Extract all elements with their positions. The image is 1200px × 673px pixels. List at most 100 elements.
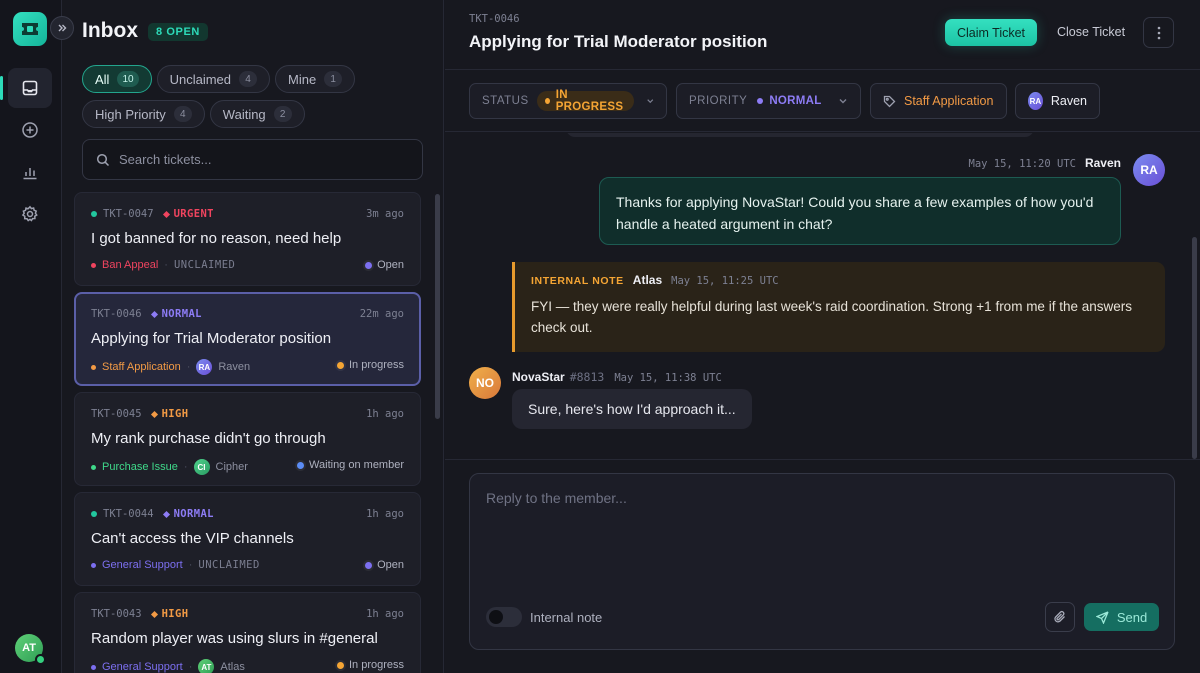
chevron-down-icon (646, 99, 653, 104)
filter-label: High Priority (95, 106, 166, 122)
separator: · (188, 661, 193, 673)
ticket-priority: HIGH (152, 608, 189, 620)
member-message-bubble: Sure, here's how I'd approach it... (512, 389, 752, 429)
ticket-priority: NORMAL (152, 308, 202, 320)
category-value: Staff Application (904, 94, 994, 108)
internal-note: INTERNAL NOTE Atlas May 15, 11:25 UTC FY… (512, 262, 1165, 352)
ticket-title: My rank purchase didn't go through (91, 430, 326, 447)
assignee-avatar: AT (198, 659, 215, 673)
plus-circle-icon (22, 122, 38, 138)
ticket-priority: HIGH (152, 408, 189, 420)
filter-count: 4 (239, 71, 257, 87)
attach-file-button[interactable] (1045, 602, 1075, 632)
app-logo[interactable] (13, 12, 47, 46)
message-time: May 15, 11:20 UTC (968, 158, 1076, 170)
ticket-card-selected[interactable]: TKT-0046 NORMAL 22m ago Applying for Tri… (74, 292, 421, 386)
internal-note-toggle[interactable] (486, 607, 522, 627)
ticket-list: TKT-0047 URGENT 3m ago I got banned for … (74, 192, 421, 673)
filter-waiting[interactable]: Waiting 2 (209, 100, 305, 128)
ticket-time: 1h ago (366, 508, 404, 520)
conversation-scrollbar[interactable] (1192, 237, 1197, 459)
ticket-priority: URGENT (164, 208, 214, 220)
ticket-assignee: UNCLAIMED (173, 259, 236, 271)
close-ticket-button[interactable]: Close Ticket (1057, 25, 1125, 39)
ticket-time: 1h ago (366, 408, 404, 420)
ticket-properties-bar: STATUS IN PROGRESS PRIORITY NORMAL Staff… (445, 70, 1200, 132)
ticket-list-scrollbar[interactable] (435, 194, 440, 419)
filter-all[interactable]: All 10 (82, 65, 152, 93)
nav-new-ticket-button[interactable] (8, 110, 52, 150)
inbox-icon (22, 80, 38, 96)
nav-settings-button[interactable] (8, 194, 52, 234)
current-user-avatar[interactable]: AT (15, 634, 46, 665)
ticket-time: 1h ago (366, 608, 404, 620)
claim-ticket-button[interactable]: Claim Ticket (945, 19, 1037, 46)
ticket-status: Open (365, 559, 404, 571)
assignee-selector[interactable]: RA Raven (1015, 83, 1100, 119)
ticket-icon (22, 23, 38, 35)
status-key: STATUS (482, 95, 529, 107)
ticket-time: 22m ago (359, 308, 404, 320)
ticket-card[interactable]: TKT-0047 URGENT 3m ago I got banned for … (74, 192, 421, 286)
ticket-title: I got banned for no reason, need help (91, 230, 342, 247)
assignee-avatar: CI (193, 459, 210, 475)
paperclip-icon (1054, 610, 1065, 623)
separator: · (183, 461, 188, 473)
category-selector[interactable]: Staff Application (870, 83, 1007, 119)
internal-note-label: INTERNAL NOTE (531, 275, 624, 287)
staff-message-meta: May 15, 11:20 UTC Raven (969, 156, 1122, 170)
ticket-status: In progress (337, 659, 404, 671)
search-input[interactable] (119, 152, 399, 167)
priority-dropdown[interactable]: PRIORITY NORMAL (676, 83, 861, 119)
ticket-header: TKT-0046 Applying for Trial Moderator po… (445, 0, 1200, 70)
ticket-id: TKT-0043 (91, 608, 142, 620)
nav-analytics-button[interactable] (8, 152, 52, 192)
status-dropdown[interactable]: STATUS IN PROGRESS (469, 83, 667, 119)
open-count-badge: 8 OPEN (148, 23, 208, 41)
collapse-sidebar-button[interactable] (50, 16, 74, 40)
ticket-priority: NORMAL (164, 508, 214, 520)
ticket-card[interactable]: TKT-0045 HIGH 1h ago My rank purchase di… (74, 392, 421, 486)
ticket-category: Staff Application (91, 361, 181, 373)
message-author: Raven (1084, 156, 1121, 170)
chevrons-right-icon (58, 24, 67, 32)
send-label: Send (1116, 609, 1148, 625)
inbox-panel: Inbox 8 OPEN All 10 Unclaimed 4 Mine 1 H… (62, 0, 444, 673)
ticket-status: Waiting on member (297, 459, 404, 471)
priority-value: NORMAL (755, 91, 823, 111)
status-value: IN PROGRESS (536, 89, 634, 113)
previous-message-bubble (566, 133, 1034, 137)
filter-count: 1 (324, 71, 343, 87)
search-box (82, 139, 423, 180)
ticket-category: Ban Appeal (91, 259, 158, 271)
filter-label: Unclaimed (169, 71, 231, 87)
reply-input[interactable] (486, 490, 1156, 590)
ticket-category: Purchase Issue (91, 461, 178, 473)
filter-count: 2 (273, 106, 292, 122)
more-options-button[interactable] (1143, 17, 1174, 48)
message-time: May 15, 11:38 UTC (614, 372, 722, 384)
nav-inbox-button[interactable] (0, 68, 52, 108)
ticket-card[interactable]: TKT-0043 HIGH 1h ago Random player was u… (74, 592, 421, 673)
new-indicator-dot (91, 211, 97, 217)
inbox-title: Inbox (82, 19, 138, 42)
message-author: NovaStar (512, 370, 565, 384)
send-button[interactable]: Send (1084, 603, 1159, 631)
filter-high-priority[interactable]: High Priority 4 (82, 100, 205, 128)
filter-unclaimed[interactable]: Unclaimed 4 (156, 65, 270, 93)
ticket-time: 3m ago (366, 208, 404, 220)
filter-mine[interactable]: Mine 1 (275, 65, 356, 93)
assignee-avatar: RA (196, 359, 213, 375)
member-message-meta: NovaStar #8813 May 15, 11:38 UTC (512, 370, 722, 384)
navigation-rail: AT (0, 0, 62, 673)
note-time: May 15, 11:25 UTC (671, 275, 779, 287)
separator: · (164, 259, 168, 271)
priority-key: PRIORITY (689, 95, 748, 107)
ticket-card[interactable]: TKT-0044 NORMAL 1h ago Can't access the … (74, 492, 421, 586)
ticket-category: General Support (91, 559, 183, 571)
ticket-assignee: UNCLAIMED (198, 559, 260, 571)
filter-label: Mine (288, 71, 317, 87)
gear-icon (21, 205, 38, 222)
separator: · (186, 361, 191, 373)
send-icon (1095, 610, 1109, 624)
